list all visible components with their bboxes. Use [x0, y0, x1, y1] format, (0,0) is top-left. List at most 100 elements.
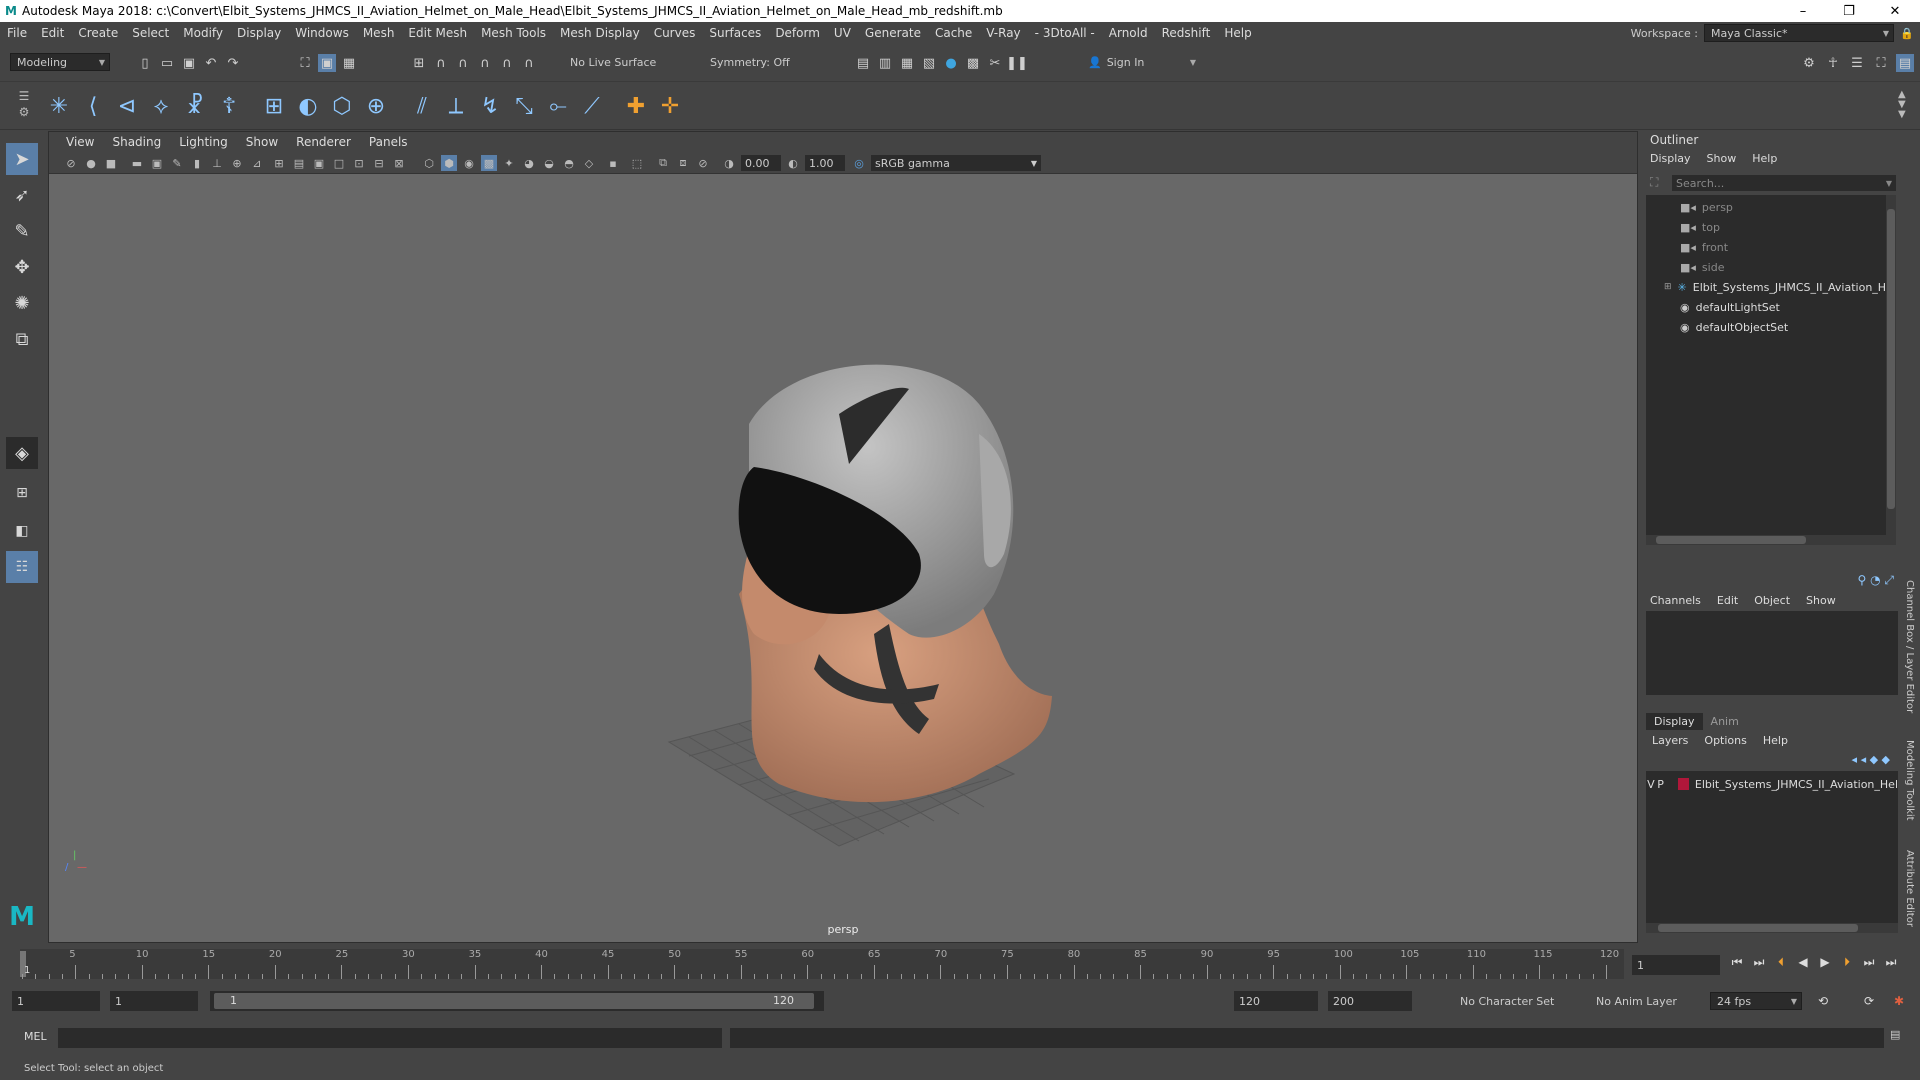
anim-layer-dropdown[interactable]: No Anim Layer	[1580, 992, 1692, 1010]
tab-display[interactable]: Display	[1646, 713, 1703, 730]
render-sequence-icon[interactable]: ▥	[876, 54, 894, 72]
resolution-gate-icon[interactable]: ⧉	[655, 155, 671, 171]
layer-hscrollbar[interactable]	[1646, 923, 1898, 933]
lattice-icon[interactable]: ⊞	[260, 92, 288, 120]
motion-blur-icon[interactable]: ◕	[521, 155, 537, 171]
layout-two-icon[interactable]: ◧	[6, 515, 38, 547]
channel-menu-show[interactable]: Show	[1806, 594, 1836, 607]
pause-icon[interactable]: ❚❚	[1006, 54, 1028, 72]
list-item[interactable]: ◉ defaultLightSet	[1646, 297, 1896, 317]
save-scene-icon[interactable]: ▣	[180, 54, 198, 72]
layer-row[interactable]: V P Elbit_Systems_JHMCS_II_Aviation_Hel	[1646, 775, 1898, 793]
select-camera-icon[interactable]: ⊘	[63, 155, 79, 171]
list-item[interactable]: ⊞ ✳ Elbit_Systems_JHMCS_II_Aviation_Helmet	[1646, 277, 1896, 297]
render-setup-icon[interactable]: ✂	[986, 54, 1004, 72]
skin-icon[interactable]: ⟡	[147, 92, 175, 120]
modeling-toolkit-icon[interactable]: ⚙	[1800, 54, 1818, 72]
channel-box-icon[interactable]: ▤	[1896, 54, 1914, 72]
menu-curves[interactable]: Curves	[647, 26, 703, 40]
animation-start-field[interactable]: 1	[12, 991, 100, 1011]
undo-icon[interactable]: ↶	[202, 54, 220, 72]
range-slider-handle[interactable]: 1 120	[214, 993, 814, 1009]
list-item[interactable]: ■◂ side	[1646, 257, 1896, 277]
attribute-editor-icon[interactable]: ☰	[1848, 54, 1866, 72]
outliner-vscrollbar[interactable]	[1886, 195, 1896, 545]
live-surface-field[interactable]: No Live Surface	[564, 53, 664, 71]
select-tool-icon[interactable]: ➤	[6, 143, 38, 175]
snap-curve-icon[interactable]: ∩	[432, 54, 450, 72]
layer-color-swatch[interactable]	[1677, 778, 1689, 790]
menu-windows[interactable]: Windows	[288, 26, 356, 40]
menu-arnold[interactable]: Arnold	[1102, 26, 1155, 40]
command-input[interactable]	[58, 1028, 722, 1048]
list-item[interactable]: ■◂ persp	[1646, 197, 1896, 217]
playback-start-field[interactable]: 1	[110, 991, 198, 1011]
menu-help[interactable]: Help	[1217, 26, 1258, 40]
locator-icon[interactable]: ✚	[622, 92, 650, 120]
side-tab-modeling-toolkit[interactable]: Modeling Toolkit	[1904, 740, 1915, 821]
current-frame-field[interactable]: 1	[1632, 955, 1720, 975]
xray-joints-icon[interactable]: ⊠	[391, 155, 407, 171]
outliner-hscrollbar[interactable]	[1646, 535, 1886, 545]
hud-icon[interactable]: ▪	[605, 155, 621, 171]
menu-modify[interactable]: Modify	[176, 26, 230, 40]
smooth-shade-icon[interactable]: ▤	[291, 155, 307, 171]
layer-menu-layers[interactable]: Layers	[1652, 734, 1688, 747]
twist-icon[interactable]: ↯	[476, 92, 504, 120]
shelf-menu-icon[interactable]: ☰ ⚙	[14, 88, 34, 120]
menu-surfaces[interactable]: Surfaces	[702, 26, 768, 40]
screen-space-ao-icon[interactable]: ✦	[501, 155, 517, 171]
ortho-icon[interactable]: ⊘	[695, 155, 711, 171]
lights-icon[interactable]: ◉	[461, 155, 477, 171]
side-tab-channel-box[interactable]: Channel Box / Layer Editor	[1904, 580, 1915, 713]
menu-generate[interactable]: Generate	[858, 26, 928, 40]
xray-icon[interactable]: ⊟	[371, 155, 387, 171]
isolate-select-icon[interactable]: ◇	[581, 155, 597, 171]
sculpt-icon[interactable]: ⊕	[362, 92, 390, 120]
bookmark-icon[interactable]: ■	[103, 155, 119, 171]
snap-view-icon[interactable]: ∩	[476, 54, 494, 72]
flat-shade-icon[interactable]: ▣	[311, 155, 327, 171]
viewport-menu-lighting[interactable]: Lighting	[170, 135, 237, 149]
grease-pencil-icon[interactable]: ✎	[169, 155, 185, 171]
humanik-icon[interactable]: ☧	[181, 92, 209, 120]
wire-icon[interactable]: ⟜	[544, 92, 572, 120]
close-button[interactable]: ✕	[1872, 0, 1918, 22]
wrinkle-icon[interactable]: ⟋	[578, 92, 606, 120]
bend-icon[interactable]: ⫽	[408, 92, 436, 120]
depth-of-field-icon[interactable]: ◓	[561, 155, 577, 171]
layer-action-icons[interactable]: ◂ ◂ ◆ ◆	[1852, 753, 1890, 766]
menu-uv[interactable]: UV	[827, 26, 858, 40]
select-hierarchy-icon[interactable]: ⛶	[296, 54, 314, 72]
snap-surface-icon[interactable]: ∩	[498, 54, 516, 72]
tool-settings-icon[interactable]: ⛶	[1872, 54, 1890, 72]
menu-3dtoall[interactable]: - 3DtoAll -	[1028, 26, 1102, 40]
snap-live-icon[interactable]: ∩	[520, 54, 538, 72]
viewport-menu-renderer[interactable]: Renderer	[287, 135, 360, 149]
list-item[interactable]: ◉ defaultObjectSet	[1646, 317, 1896, 337]
safe-action-icon[interactable]: ⊕	[229, 155, 245, 171]
color-space-dropdown[interactable]: sRGB gamma ▼	[871, 155, 1041, 171]
fps-dropdown[interactable]: 24 fps ▼	[1710, 992, 1802, 1010]
layer-playback-toggle[interactable]: P	[1656, 778, 1666, 791]
step-forward-frame-icon[interactable]: ⏵	[1838, 953, 1856, 971]
anim-prefs-icon[interactable]: ✱	[1890, 992, 1908, 1010]
shadows-icon[interactable]: ▩	[481, 155, 497, 171]
camera-attributes-icon[interactable]: ●	[83, 155, 99, 171]
go-to-end-icon[interactable]: ⏭	[1882, 953, 1900, 971]
menu-display[interactable]: Display	[230, 26, 288, 40]
menu-edit-mesh[interactable]: Edit Mesh	[401, 26, 474, 40]
ipr-render-icon[interactable]: ▦	[898, 54, 916, 72]
symmetry-dropdown[interactable]: Symmetry: Off	[704, 53, 804, 71]
exposure-field[interactable]: 0.00	[741, 155, 781, 171]
loop-icon[interactable]: ⟲	[1814, 992, 1832, 1010]
move-tool-icon[interactable]: ✥	[6, 251, 38, 283]
menu-file[interactable]: File	[0, 26, 34, 40]
render-settings-icon[interactable]: ▧	[920, 54, 938, 72]
ik-spline-icon[interactable]: ⊲	[113, 92, 141, 120]
layer-visibility-toggle[interactable]: V	[1646, 778, 1656, 791]
menu-vray[interactable]: V-Ray	[979, 26, 1027, 40]
snap-point-icon[interactable]: ∩	[454, 54, 472, 72]
wrap-icon[interactable]: ⬡	[328, 92, 356, 120]
step-back-frame-icon[interactable]: ⏴	[1772, 953, 1790, 971]
